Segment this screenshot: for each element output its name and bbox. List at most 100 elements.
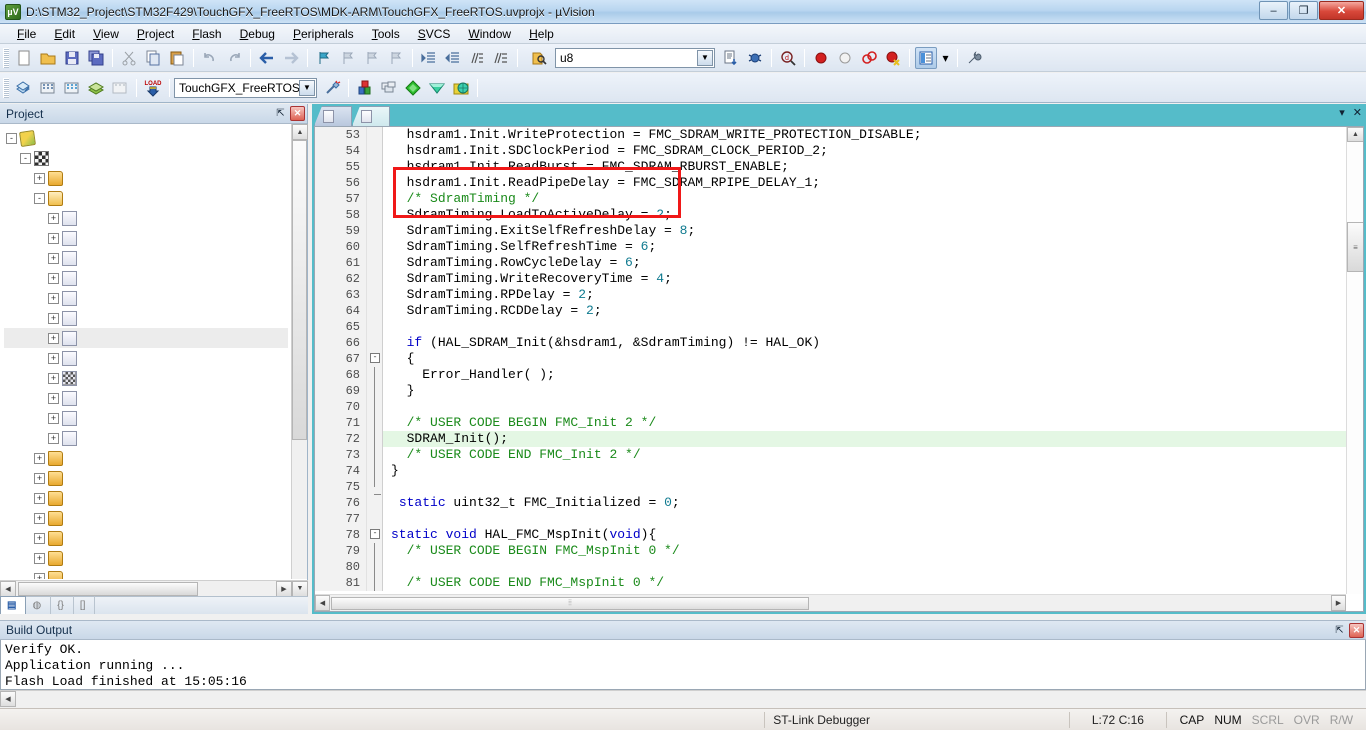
expander-icon[interactable]: + <box>48 252 59 264</box>
fold-column[interactable] <box>367 303 383 319</box>
project-tree[interactable]: - - + - + + + + + + + + + + + + + + + + + + + <box>0 124 288 579</box>
code-line[interactable]: 53 hsdram1.Init.WriteProtection = FMC_SD… <box>315 127 1346 143</box>
code-line[interactable]: 69 } <box>315 383 1346 399</box>
project-pane-tab-books[interactable]: ◍ <box>26 596 52 614</box>
tree-item[interactable]: + <box>4 248 288 268</box>
expander-icon[interactable]: + <box>48 332 59 344</box>
expander-icon[interactable]: + <box>34 512 45 524</box>
editor-body[interactable]: 53 hsdram1.Init.WriteProtection = FMC_SD… <box>314 126 1364 612</box>
new-file-icon[interactable] <box>13 47 35 69</box>
project-window-dropdown-icon[interactable]: ▾ <box>939 47 952 69</box>
bookmark-clear-icon[interactable] <box>385 47 407 69</box>
menu-item-project[interactable]: Project <box>128 25 183 43</box>
code-line[interactable]: 81 /* USER CODE END FMC_MspInit 0 */ <box>315 575 1346 591</box>
code-line[interactable]: 75 <box>315 479 1346 495</box>
code-line[interactable]: 79 /* USER CODE BEGIN FMC_MspInit 0 */ <box>315 543 1346 559</box>
tree-item[interactable]: + <box>4 548 288 568</box>
indent-icon[interactable] <box>418 47 440 69</box>
save-icon[interactable] <box>61 47 83 69</box>
paste-icon[interactable] <box>166 47 188 69</box>
configuration-wizard-icon[interactable] <box>402 77 424 99</box>
tree-item[interactable]: + <box>4 208 288 228</box>
menu-item-peripherals[interactable]: Peripherals <box>284 25 363 43</box>
scroll-dropdown-button[interactable]: ▼ <box>292 580 308 597</box>
breakpoint-kill-all-icon[interactable] <box>882 47 904 69</box>
pack-installer-icon[interactable] <box>426 77 448 99</box>
toolbar-grip[interactable] <box>3 77 9 98</box>
tree-item[interactable]: + <box>4 268 288 288</box>
manage-runtime-env-icon[interactable] <box>450 77 472 99</box>
expander-icon[interactable]: + <box>48 292 59 304</box>
project-pane-tab-functions[interactable]: {} <box>51 596 74 614</box>
fold-column[interactable] <box>367 335 383 351</box>
fold-column[interactable] <box>367 495 383 511</box>
uncomment-icon[interactable] <box>490 47 512 69</box>
menu-item-flash[interactable]: Flash <box>183 25 230 43</box>
project-window-toggle-icon[interactable] <box>915 46 937 69</box>
expander-icon[interactable]: + <box>34 172 45 184</box>
fold-column[interactable] <box>367 543 383 559</box>
restore-button[interactable]: ❐ <box>1289 1 1318 20</box>
manage-components-icon[interactable] <box>378 77 400 99</box>
tree-item[interactable]: + <box>4 328 288 348</box>
scroll-left-button[interactable]: ◀ <box>0 580 16 597</box>
comment-icon[interactable] <box>466 47 488 69</box>
tree-item[interactable]: + <box>4 508 288 528</box>
code-line[interactable]: 74} <box>315 463 1346 479</box>
target-options-icon[interactable] <box>321 77 343 99</box>
code-line[interactable]: 64 SdramTiming.RCDDelay = 2; <box>315 303 1346 319</box>
code-line[interactable]: 57 /* SdramTiming */ <box>315 191 1346 207</box>
tree-item[interactable]: + <box>4 168 288 188</box>
menu-item-window[interactable]: Window <box>459 25 520 43</box>
code-line[interactable]: 54 hsdram1.Init.SDClockPeriod = FMC_SDRA… <box>315 143 1346 159</box>
expander-icon[interactable]: - <box>6 132 17 144</box>
tree-item[interactable]: + <box>4 448 288 468</box>
code-line[interactable]: 67- { <box>315 351 1346 367</box>
save-all-icon[interactable] <box>85 47 107 69</box>
hscroll-thumb[interactable] <box>18 581 198 596</box>
menu-item-debug[interactable]: Debug <box>231 25 284 43</box>
scroll-up-button[interactable]: ▲ <box>292 124 308 140</box>
back-icon[interactable] <box>256 47 278 69</box>
fold-column[interactable] <box>367 319 383 335</box>
breakpoint-disable-icon[interactable] <box>834 47 856 69</box>
code-line[interactable]: 60 SdramTiming.SelfRefreshTime = 6; <box>315 239 1346 255</box>
hscroll-thumb[interactable]: ⦙⦙ <box>331 596 809 610</box>
scroll-up-button[interactable]: ▲ <box>1347 127 1363 142</box>
fold-column[interactable] <box>367 479 383 495</box>
code-line[interactable]: 68 Error_Handler( ); <box>315 367 1346 383</box>
load-icon[interactable]: LOAD <box>142 77 164 99</box>
close-icon[interactable]: ✕ <box>290 106 305 121</box>
fold-column[interactable] <box>367 287 383 303</box>
close-button[interactable]: ✕ <box>1319 1 1364 20</box>
rebuild-icon[interactable] <box>37 77 59 99</box>
expander-icon[interactable]: + <box>34 552 45 564</box>
fold-column[interactable] <box>367 575 383 591</box>
pin-icon[interactable]: ⇱ <box>1332 623 1347 638</box>
fold-column[interactable] <box>367 127 383 143</box>
fold-column[interactable] <box>367 191 383 207</box>
find-in-files-icon[interactable] <box>528 47 550 69</box>
fold-column[interactable] <box>367 431 383 447</box>
tree-item[interactable]: + <box>4 228 288 248</box>
cut-icon[interactable] <box>118 47 140 69</box>
close-icon[interactable]: ✕ <box>1353 106 1362 119</box>
scroll-left-button[interactable]: ◀ <box>0 690 16 707</box>
scroll-left-button[interactable]: ◀ <box>315 595 330 611</box>
breakpoint-insert-icon[interactable] <box>810 47 832 69</box>
code-line[interactable]: 66 if (HAL_SDRAM_Init(&hsdram1, &SdramTi… <box>315 335 1346 351</box>
fold-collapse-icon[interactable]: - <box>370 529 380 539</box>
target-select[interactable]: TouchGFX_FreeRTOS ▼ <box>174 77 317 98</box>
expander-icon[interactable]: + <box>48 412 59 424</box>
editor-tab-fmc-c[interactable] <box>352 106 390 126</box>
chevron-down-icon[interactable]: ▼ <box>299 79 315 96</box>
tree-item[interactable]: + <box>4 288 288 308</box>
redo-icon[interactable] <box>223 47 245 69</box>
tree-item[interactable]: + <box>4 428 288 448</box>
fold-column[interactable] <box>367 559 383 575</box>
code-line[interactable]: 56 hsdram1.Init.ReadPipeDelay = FMC_SDRA… <box>315 175 1346 191</box>
expander-icon[interactable]: - <box>20 152 31 164</box>
expander-icon[interactable]: + <box>34 472 45 484</box>
open-file-icon[interactable] <box>37 47 59 69</box>
code-line[interactable]: 62 SdramTiming.WriteRecoveryTime = 4; <box>315 271 1346 287</box>
